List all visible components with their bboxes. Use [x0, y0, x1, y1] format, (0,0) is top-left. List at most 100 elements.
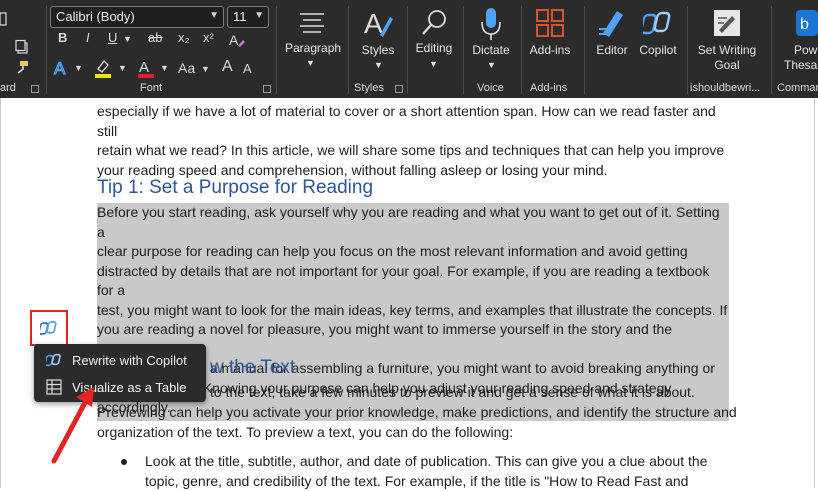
- copilot-icon: [46, 352, 62, 368]
- font-launcher[interactable]: [263, 85, 271, 93]
- svg-text:A: A: [139, 59, 149, 76]
- svg-text:A: A: [229, 32, 239, 48]
- format-painter-icon[interactable]: [12, 58, 32, 76]
- editor-button[interactable]: Editor: [592, 43, 632, 57]
- svg-text:b: b: [800, 16, 809, 33]
- copilot-icon[interactable]: [642, 6, 674, 40]
- voice-group-label: Voice: [477, 82, 504, 94]
- text-line: topic, genre, and credibility of the tex…: [145, 472, 725, 491]
- preview-line-partial[interactable]: to the text, take a few minutes to previ…: [210, 383, 730, 403]
- chevron-down-icon: ▼: [254, 10, 264, 21]
- styles-button[interactable]: Styles: [358, 43, 398, 57]
- search-icon[interactable]: [416, 6, 452, 40]
- separator: [771, 6, 772, 94]
- editing-dropdown-icon[interactable]: ▼: [429, 59, 438, 69]
- thesaurus-label-1[interactable]: Pow: [794, 43, 817, 57]
- styles-group-label: Styles: [354, 82, 384, 94]
- bullet-item[interactable]: Look at the title, subtitle, author, and…: [145, 452, 725, 491]
- text-line: especially if we have a lot of material …: [97, 102, 737, 141]
- separator: [521, 6, 522, 94]
- styles-dropdown-icon[interactable]: ▼: [374, 60, 383, 70]
- copy-icon[interactable]: [12, 38, 32, 56]
- bold-button[interactable]: B: [58, 30, 67, 52]
- font-color-icon[interactable]: A: [136, 56, 156, 80]
- ribbon: ard Calibri (Body) ▼ 11 ▼ B I U ▼ ab x₂ …: [0, 0, 818, 98]
- ishouldbe-group-label: ishouldbewri...: [690, 82, 760, 94]
- thesaurus-label-2[interactable]: Thesau: [784, 58, 818, 72]
- svg-text:A: A: [54, 59, 66, 77]
- cut-icon[interactable]: [0, 10, 10, 28]
- svg-text:A: A: [364, 8, 383, 39]
- clear-formatting-icon[interactable]: A: [226, 30, 248, 50]
- copilot-inline-button[interactable]: [30, 310, 68, 346]
- chevron-down-icon: ▼: [209, 10, 219, 21]
- addins-button[interactable]: Add-ins: [527, 43, 573, 57]
- addins-group-label: Add-ins: [530, 82, 567, 94]
- intro-paragraph[interactable]: especially if we have a lot of material …: [97, 102, 737, 180]
- separator: [463, 6, 464, 94]
- font-name-combo[interactable]: Calibri (Body) ▼: [50, 6, 224, 28]
- heading-tip-2[interactable]: w the Text: [210, 357, 295, 379]
- page-edge-left: [0, 98, 1, 488]
- change-case-dropdown-icon[interactable]: ▼: [201, 64, 210, 86]
- styles-icon[interactable]: A: [360, 6, 396, 40]
- text-line: clear purpose for reading can help you f…: [97, 242, 729, 262]
- separator: [348, 6, 349, 94]
- separator: [687, 6, 688, 94]
- set-writing-goal-label-2[interactable]: Goal: [694, 58, 760, 72]
- font-size-value: 11: [233, 9, 247, 24]
- grow-font-button[interactable]: A: [222, 58, 233, 80]
- writing-goal-icon[interactable]: [710, 6, 744, 40]
- text-line: Before you start reading, ask yourself w…: [97, 203, 729, 242]
- paragraph-icon[interactable]: [296, 8, 328, 36]
- text-line: distracted by details that are not impor…: [97, 262, 729, 301]
- copilot-icon: [40, 319, 58, 337]
- addins-icon[interactable]: [535, 8, 565, 38]
- annotation-arrow: [40, 385, 100, 470]
- shrink-font-button[interactable]: A: [243, 61, 252, 83]
- italic-button[interactable]: I: [86, 30, 90, 52]
- menu-item-label: Rewrite with Copilot: [72, 353, 187, 368]
- separator: [584, 6, 585, 94]
- bullet-icon: [121, 459, 127, 465]
- text-effects-icon[interactable]: A: [52, 57, 72, 79]
- superscript-button[interactable]: x²: [203, 30, 214, 52]
- text-line: test, you might want to look for the mai…: [97, 301, 729, 321]
- menu-item-rewrite-with-copilot[interactable]: Rewrite with Copilot: [34, 347, 206, 373]
- dictate-dropdown-icon[interactable]: ▼: [487, 60, 496, 70]
- highlight-dropdown-icon[interactable]: ▼: [118, 63, 127, 85]
- clipboard-group-label: ard: [0, 82, 16, 94]
- thesaurus-icon[interactable]: b: [794, 6, 818, 40]
- copilot-button[interactable]: Copilot: [636, 43, 680, 57]
- text-line: Look at the title, subtitle, author, and…: [145, 452, 725, 472]
- clipboard-launcher[interactable]: [31, 85, 39, 93]
- paragraph-button[interactable]: Paragraph: [285, 41, 339, 55]
- editor-icon[interactable]: [596, 6, 628, 40]
- microphone-icon[interactable]: [476, 6, 506, 42]
- change-case-button[interactable]: Aa: [178, 60, 195, 82]
- text-line: retain what we read? In this article, we…: [97, 141, 737, 161]
- separator: [407, 6, 408, 94]
- commands-group-label: Comman: [777, 82, 818, 94]
- preview-paragraph[interactable]: Previewing can help you activate your pr…: [97, 403, 737, 442]
- set-writing-goal-label-1[interactable]: Set Writing: [694, 43, 760, 57]
- separator: [46, 6, 47, 94]
- text-line: Previewing can help you activate your pr…: [97, 403, 737, 423]
- text-effects-dropdown-icon[interactable]: ▼: [74, 63, 83, 85]
- heading-tip-1[interactable]: Tip 1: Set a Purpose for Reading: [97, 177, 373, 199]
- editing-button[interactable]: Editing: [412, 41, 456, 55]
- font-group-label: Font: [140, 82, 162, 94]
- paragraph-dropdown-icon[interactable]: ▼: [306, 58, 315, 68]
- font-name-value: Calibri (Body): [56, 9, 135, 24]
- subscript-button[interactable]: x₂: [178, 30, 190, 52]
- text-line: organization of the text. To preview a t…: [97, 423, 737, 443]
- underline-dropdown-icon[interactable]: ▼: [123, 34, 132, 56]
- separator: [276, 6, 277, 94]
- underline-button[interactable]: U: [108, 30, 117, 52]
- highlight-icon[interactable]: [92, 56, 114, 80]
- page-edge-right: [814, 98, 815, 488]
- dictate-button[interactable]: Dictate: [470, 43, 512, 57]
- strikethrough-button[interactable]: ab: [148, 30, 162, 52]
- styles-launcher[interactable]: [395, 85, 403, 93]
- font-size-combo[interactable]: 11 ▼: [227, 6, 269, 28]
